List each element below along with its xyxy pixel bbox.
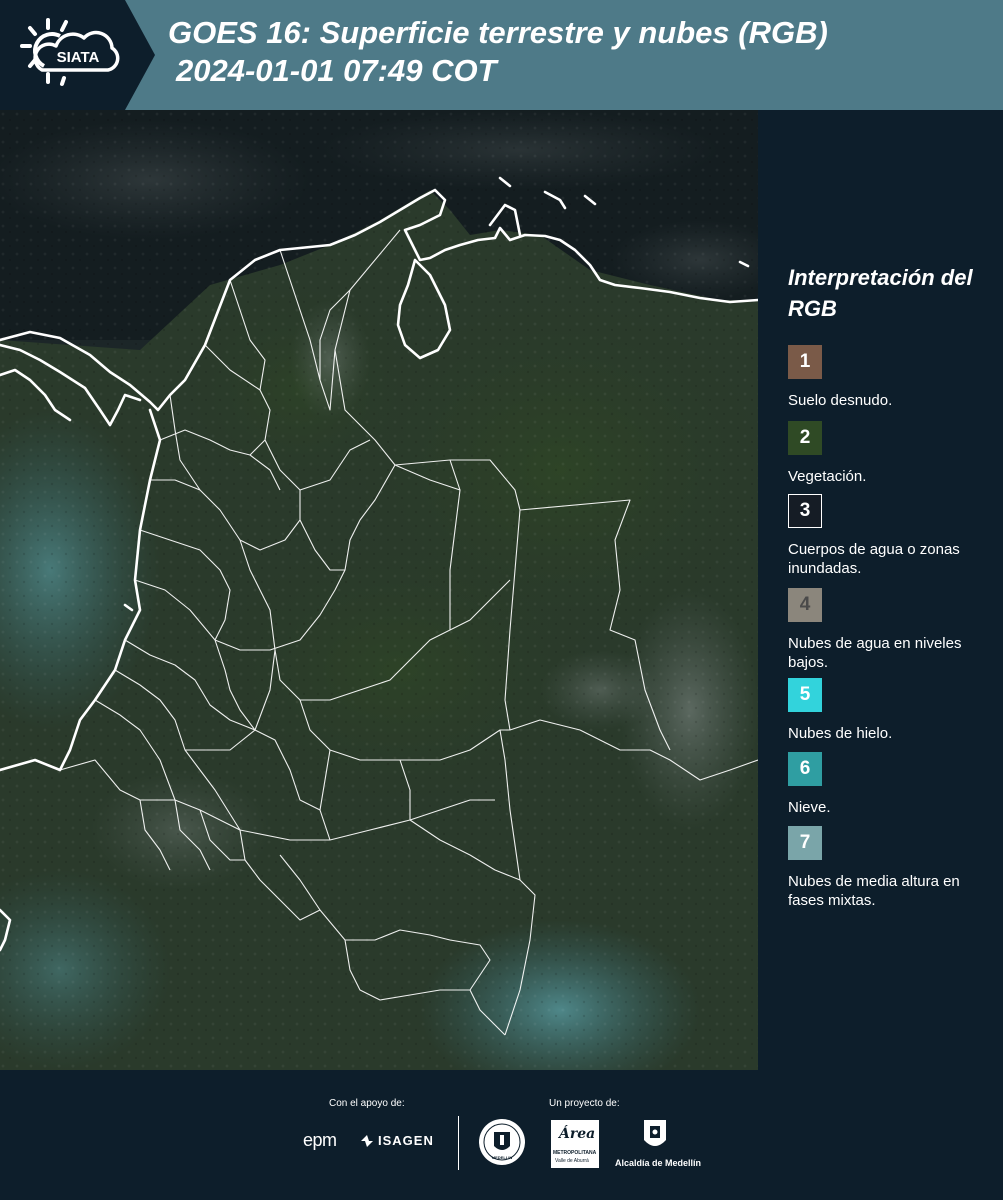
legend-item-water-bodies: 3 Cuerpos de agua o zonas inundadas. <box>788 494 988 578</box>
legend-swatch-3: 3 <box>788 494 822 528</box>
footer-divider <box>458 1116 459 1170</box>
area-metropolitana-line1: METROPOLITANA <box>553 1150 597 1156</box>
area-metropolitana-line2: Valle de Aburrá <box>555 1158 589 1164</box>
epm-logo-text: epm <box>303 1130 337 1150</box>
alcaldia-shield-icon <box>644 1120 666 1146</box>
legend-swatch-7: 7 <box>788 826 822 860</box>
legend-swatch-1: 1 <box>788 345 822 379</box>
legend-label-2: Vegetación. <box>788 468 867 485</box>
legend-item-low-water-clouds: 4 Nubes de agua en niveles bajos. <box>788 588 988 672</box>
siata-logo: SIATA <box>0 0 155 110</box>
legend-label-3: Cuerpos de agua o zonas inundadas. <box>788 541 960 577</box>
legend-item-vegetation: 2 Vegetación. <box>788 421 988 486</box>
alcaldia-medellin-logo: Alcaldía de Medellín <box>612 1118 704 1172</box>
medellin-seal-text: MEDELLIN <box>491 1155 513 1160</box>
epm-logo: epm <box>303 1130 337 1151</box>
project-caption: Un proyecto de: <box>549 1098 620 1109</box>
isagen-logo-text: ISAGEN <box>378 1133 434 1148</box>
header-bar: SIATA GOES 16: Superficie terrestre y nu… <box>0 0 1003 110</box>
legend-label-5: Nubes de hielo. <box>788 725 893 742</box>
legend-title: Interpretación del RGB <box>788 265 973 321</box>
legend-item-snow: 6 Nieve. <box>788 752 988 817</box>
satellite-map <box>0 110 758 1070</box>
legend-swatch-6: 6 <box>788 752 822 786</box>
medellin-seal-logo: MEDELLIN <box>478 1118 526 1166</box>
isagen-logo: ISAGEN <box>360 1133 434 1148</box>
legend-item-ice-clouds: 5 Nubes de hielo. <box>788 678 988 743</box>
title-line-product: GOES 16: Superficie terrestre y nubes (R… <box>168 15 828 50</box>
area-metropolitana-script: Área <box>559 1126 596 1142</box>
legend-label-7: Nubes de media altura en fases mixtas. <box>788 873 960 909</box>
support-caption: Con el apoyo de: <box>329 1098 405 1109</box>
legend-swatch-5: 5 <box>788 678 822 712</box>
isagen-icon <box>360 1134 374 1148</box>
alcaldia-text: Alcaldía de Medellín <box>614 1158 702 1168</box>
siata-logo-text: SIATA <box>57 49 100 66</box>
legend-label-6: Nieve. <box>788 799 831 816</box>
legend-item-bare-soil: 1 Suelo desnudo. <box>788 345 988 410</box>
rgb-legend-panel: Interpretación del RGB 1 Suelo desnudo. … <box>758 110 1003 1070</box>
area-metropolitana-logo: Área METROPOLITANA Valle de Aburrá <box>551 1120 599 1168</box>
footer-bar: Con el apoyo de: Un proyecto de: epm ISA… <box>0 1070 1003 1200</box>
legend-swatch-4: 4 <box>788 588 822 622</box>
legend-swatch-2: 2 <box>788 421 822 455</box>
legend-label-4: Nubes de agua en niveles bajos. <box>788 635 962 671</box>
legend-item-mid-mixed-clouds: 7 Nubes de media altura en fases mixtas. <box>788 826 988 910</box>
title-line-timestamp: 2024-01-01 07:49 COT <box>176 53 497 88</box>
legend-label-1: Suelo desnudo. <box>788 392 893 409</box>
page-title: GOES 16: Superficie terrestre y nubes (R… <box>168 14 828 90</box>
